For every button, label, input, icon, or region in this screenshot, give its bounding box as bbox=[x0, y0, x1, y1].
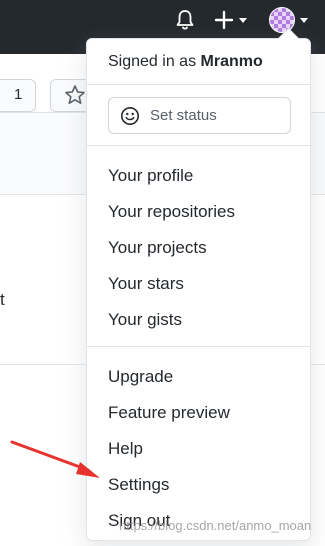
menu-item-your-profile[interactable]: Your profile bbox=[108, 166, 193, 186]
divider bbox=[87, 145, 310, 146]
background-text-fragment: t bbox=[0, 290, 5, 309]
watermark: https://blog.csdn.net/anmo_moan bbox=[119, 518, 312, 533]
chevron-down-icon bbox=[300, 17, 308, 23]
divider bbox=[87, 84, 310, 85]
username: Mranmo bbox=[200, 53, 263, 70]
menu-item-your-gists[interactable]: Your gists bbox=[108, 310, 182, 330]
plus-icon bbox=[214, 10, 234, 30]
divider bbox=[87, 346, 310, 347]
avatar bbox=[269, 7, 295, 33]
set-status-button[interactable]: Set status bbox=[108, 97, 291, 134]
menu-item-your-repositories[interactable]: Your repositories bbox=[108, 202, 235, 222]
menu-item-your-projects[interactable]: Your projects bbox=[108, 238, 207, 258]
set-status-label: Set status bbox=[150, 107, 217, 124]
signed-in-prefix: Signed in as bbox=[108, 53, 201, 70]
signed-in-label: Signed in as Mranmo bbox=[108, 53, 263, 71]
chevron-down-icon bbox=[239, 17, 247, 23]
star-icon bbox=[65, 85, 85, 104]
bell-icon bbox=[176, 10, 194, 30]
create-new-button[interactable] bbox=[214, 8, 254, 32]
count-value: 1 bbox=[14, 86, 23, 103]
user-menu-button[interactable] bbox=[269, 7, 315, 33]
user-dropdown-menu: Signed in as Mranmo Set status Your prof… bbox=[86, 38, 311, 541]
menu-item-feature-preview[interactable]: Feature preview bbox=[108, 403, 230, 423]
notifications-button[interactable] bbox=[175, 8, 197, 32]
menu-item-settings[interactable]: Settings bbox=[108, 475, 169, 495]
menu-item-upgrade[interactable]: Upgrade bbox=[108, 367, 173, 387]
smiley-icon bbox=[121, 106, 139, 125]
menu-item-your-stars[interactable]: Your stars bbox=[108, 274, 184, 294]
menu-item-help[interactable]: Help bbox=[108, 439, 143, 459]
